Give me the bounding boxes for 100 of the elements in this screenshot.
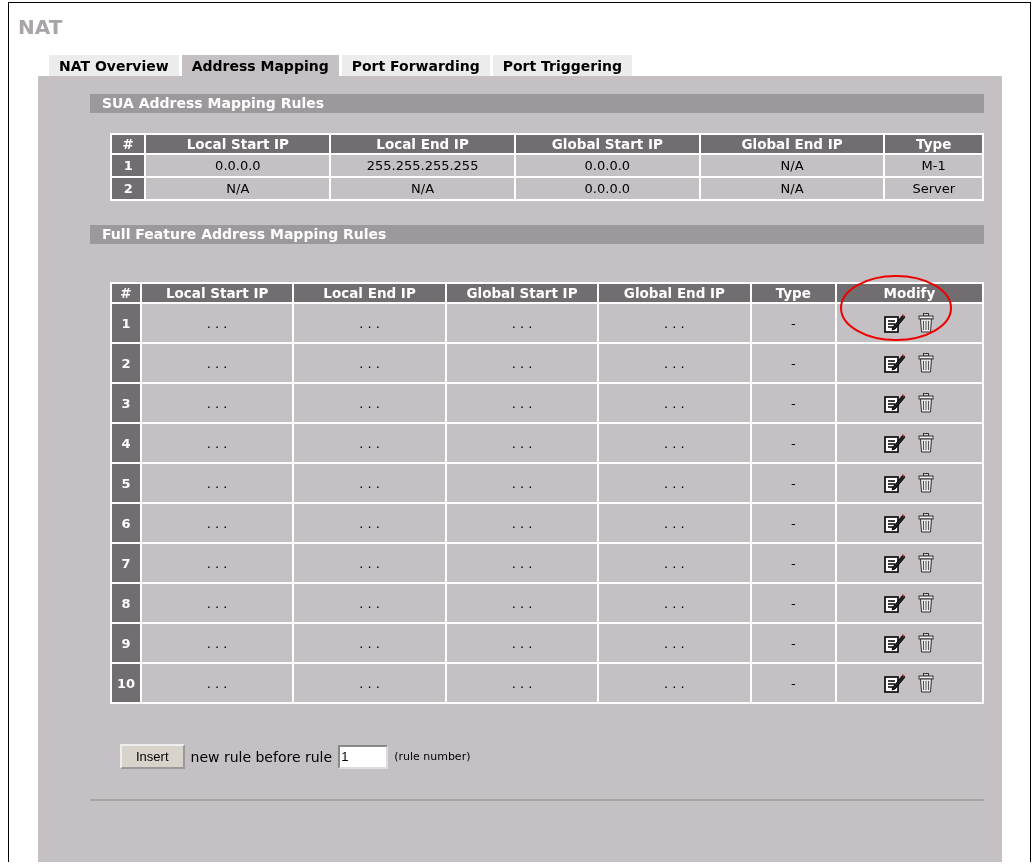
table-cell: . . . <box>140 343 294 383</box>
edit-icon[interactable] <box>884 433 907 453</box>
table-cell: . . . <box>293 383 446 423</box>
table-cell: . . . <box>293 623 446 663</box>
table-cell: . . . <box>445 383 599 423</box>
edit-icon[interactable] <box>884 593 907 613</box>
trash-icon[interactable] <box>918 353 935 373</box>
table-cell: 0.0.0.0 <box>145 154 331 177</box>
section-header: Full Feature Address Mapping Rules <box>90 225 984 244</box>
table-cell: - <box>750 463 836 503</box>
page-title: NAT <box>17 14 64 41</box>
table-cell: - <box>750 383 836 423</box>
row-number: 2 <box>111 177 146 200</box>
row-number: 8 <box>111 583 141 623</box>
table-cell: . . . <box>598 503 751 543</box>
table-cell: - <box>750 343 836 383</box>
table-cell: . . . <box>293 303 446 343</box>
table-cell: . . . <box>598 583 751 623</box>
column-header: Global Start IP <box>514 134 700 154</box>
table-cell: N/A <box>699 154 885 177</box>
table-cell: . . . <box>598 463 751 503</box>
tab[interactable]: Address Mapping <box>181 55 339 76</box>
table-cell: . . . <box>598 343 751 383</box>
column-header: Type <box>750 283 836 303</box>
table-cell: . . . <box>445 423 599 463</box>
table-cell: . . . <box>445 343 599 383</box>
table-cell: - <box>750 583 836 623</box>
table-cell: . . . <box>445 503 599 543</box>
column-header: Global Start IP <box>445 283 599 303</box>
edit-icon[interactable] <box>884 313 907 333</box>
table-cell: - <box>750 503 836 543</box>
trash-icon[interactable] <box>918 673 935 693</box>
column-header: # <box>111 134 146 154</box>
table-cell: - <box>750 423 836 463</box>
table-cell: N/A <box>330 177 515 200</box>
rule-number-hint: (rule number) <box>394 750 471 763</box>
column-header: Modify <box>835 283 983 303</box>
trash-icon[interactable] <box>918 553 935 573</box>
table-cell: N/A <box>699 177 885 200</box>
edit-icon[interactable] <box>884 393 907 413</box>
table-cell: . . . <box>445 463 599 503</box>
table-cell: . . . <box>445 543 599 583</box>
row-number: 5 <box>111 463 141 503</box>
trash-icon[interactable] <box>918 633 935 653</box>
row-number: 7 <box>111 543 141 583</box>
table-cell: . . . <box>140 503 294 543</box>
row-number: 6 <box>111 503 141 543</box>
table-cell: . . . <box>598 383 751 423</box>
insert-label: new rule before rule <box>190 748 333 765</box>
edit-icon[interactable] <box>884 513 907 533</box>
table-cell: . . . <box>445 303 599 343</box>
rule-number-field[interactable]: 1 <box>338 744 389 769</box>
table-cell: 0.0.0.0 <box>514 154 700 177</box>
table-cell: . . . <box>140 423 294 463</box>
trash-icon[interactable] <box>918 473 935 493</box>
table-cell: . . . <box>293 423 446 463</box>
column-header: Type <box>884 134 983 154</box>
edit-icon[interactable] <box>884 473 907 493</box>
table-cell: . . . <box>140 303 294 343</box>
table-cell: . . . <box>598 303 751 343</box>
column-header: Local Start IP <box>140 283 294 303</box>
row-number: 2 <box>111 343 141 383</box>
column-header: Global End IP <box>699 134 885 154</box>
table-cell: . . . <box>140 383 294 423</box>
trash-icon[interactable] <box>918 513 935 533</box>
section-header: SUA Address Mapping Rules <box>90 94 984 113</box>
table-cell: 0.0.0.0 <box>514 177 700 200</box>
table-cell: . . . <box>293 343 446 383</box>
table-cell: . . . <box>293 583 446 623</box>
table-cell: - <box>750 303 836 343</box>
table-cell: - <box>750 543 836 583</box>
table-cell: N/A <box>145 177 331 200</box>
table-cell: . . . <box>598 663 751 703</box>
row-number: 9 <box>111 623 141 663</box>
table-cell: 255.255.255.255 <box>330 154 515 177</box>
table-cell: . . . <box>140 463 294 503</box>
column-header: # <box>111 283 141 303</box>
edit-icon[interactable] <box>884 673 907 693</box>
tab[interactable]: NAT Overview <box>49 55 179 76</box>
table-cell: . . . <box>140 583 294 623</box>
edit-icon[interactable] <box>884 553 907 573</box>
trash-icon[interactable] <box>918 593 935 613</box>
column-header: Local End IP <box>293 283 446 303</box>
tab[interactable]: Port Triggering <box>492 55 632 76</box>
table-cell: . . . <box>598 423 751 463</box>
table-cell: . . . <box>293 663 446 703</box>
column-header: Global End IP <box>598 283 751 303</box>
tab[interactable]: Port Forwarding <box>341 55 490 76</box>
edit-icon[interactable] <box>884 353 907 373</box>
insert-button[interactable]: Insert <box>120 744 185 769</box>
table-cell: . . . <box>598 623 751 663</box>
row-number: 3 <box>111 383 141 423</box>
trash-icon[interactable] <box>918 433 935 453</box>
edit-icon[interactable] <box>884 633 907 653</box>
column-header: Local End IP <box>330 134 515 154</box>
table-cell: . . . <box>140 663 294 703</box>
row-number: 10 <box>111 663 141 703</box>
trash-icon[interactable] <box>918 393 935 413</box>
trash-icon[interactable] <box>918 313 935 333</box>
row-number: 1 <box>111 154 146 177</box>
